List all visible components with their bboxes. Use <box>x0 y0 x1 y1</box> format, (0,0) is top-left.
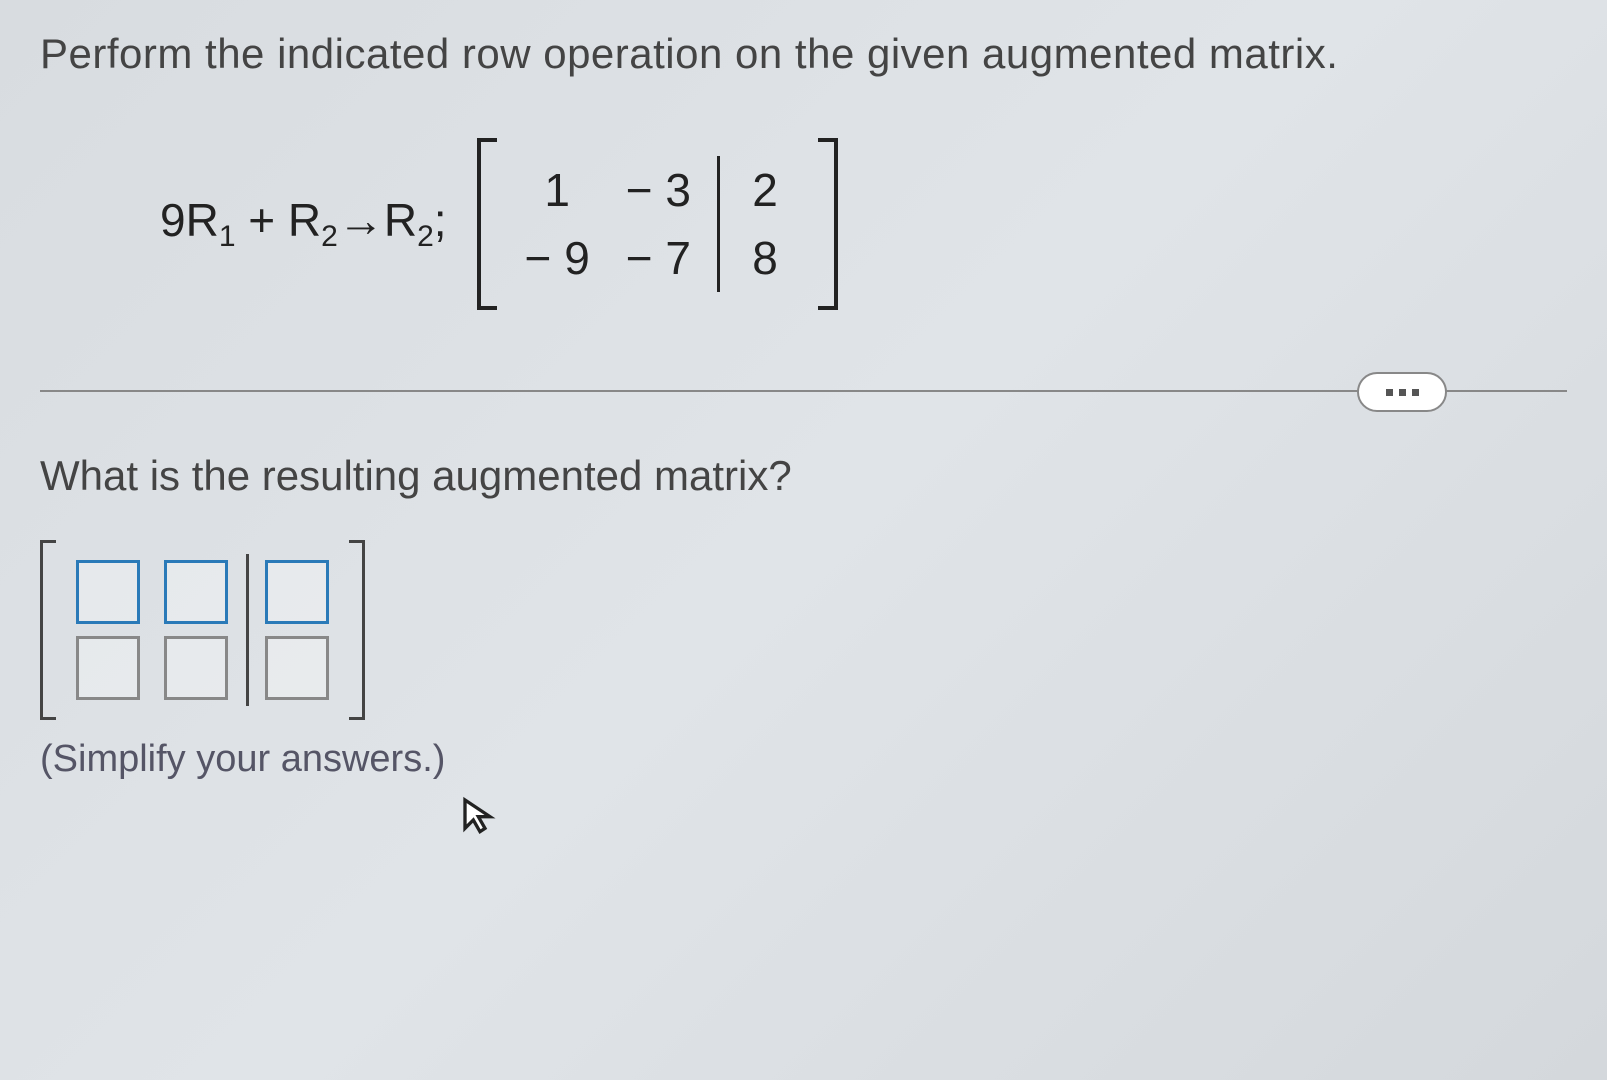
answer-body <box>56 540 349 720</box>
answer-bracket-right <box>349 540 365 720</box>
more-options-button[interactable] <box>1357 372 1447 412</box>
input-a22[interactable] <box>164 636 228 700</box>
input-a12[interactable] <box>164 560 228 624</box>
row-operation-expression: 9R1 + R2→R2; <box>160 193 447 254</box>
matrix-col-aug: 2 8 <box>717 156 808 292</box>
hint-text: (Simplify your answers.) <box>40 738 1567 781</box>
cell-r2c1: − 9 <box>525 224 590 292</box>
op-sub1: 1 <box>219 221 236 254</box>
answer-matrix <box>40 540 365 720</box>
cursor-icon <box>460 790 500 851</box>
matrix-col-1: 1 − 9 <box>507 156 608 292</box>
dot-icon <box>1386 389 1393 396</box>
answer-col-2 <box>152 554 240 706</box>
divider <box>40 390 1567 392</box>
cell-r2c2: − 7 <box>626 224 691 292</box>
op-mid: + R <box>236 194 322 246</box>
input-a11[interactable] <box>76 560 140 624</box>
bracket-left <box>477 138 497 310</box>
answer-col-1 <box>64 554 152 706</box>
cell-r1c1: 1 <box>532 156 582 224</box>
cell-r2c3: 8 <box>740 224 790 292</box>
op-prefix: 9R <box>160 194 219 246</box>
question-text: What is the resulting augmented matrix? <box>40 452 1567 500</box>
problem-row: 9R1 + R2→R2; 1 − 9 − 3 − 7 2 8 <box>160 138 1567 310</box>
instruction-text: Perform the indicated row operation on t… <box>40 30 1567 78</box>
matrix-col-2: − 3 − 7 <box>608 156 709 292</box>
dot-icon <box>1399 389 1406 396</box>
input-a13[interactable] <box>265 560 329 624</box>
cell-r1c3: 2 <box>740 156 790 224</box>
given-matrix: 1 − 9 − 3 − 7 2 8 <box>477 138 838 310</box>
input-a23[interactable] <box>265 636 329 700</box>
op-suffix: ; <box>434 194 447 246</box>
op-sub2: 2 <box>321 221 338 254</box>
answer-bracket-left <box>40 540 56 720</box>
input-a21[interactable] <box>76 636 140 700</box>
answer-col-aug <box>246 554 341 706</box>
matrix-body: 1 − 9 − 3 − 7 2 8 <box>497 138 818 310</box>
dot-icon <box>1412 389 1419 396</box>
op-sub3: 2 <box>417 221 434 254</box>
answer-area <box>40 540 1567 720</box>
bracket-right <box>818 138 838 310</box>
cell-r1c2: − 3 <box>626 156 691 224</box>
op-arrow: →R <box>338 194 417 246</box>
